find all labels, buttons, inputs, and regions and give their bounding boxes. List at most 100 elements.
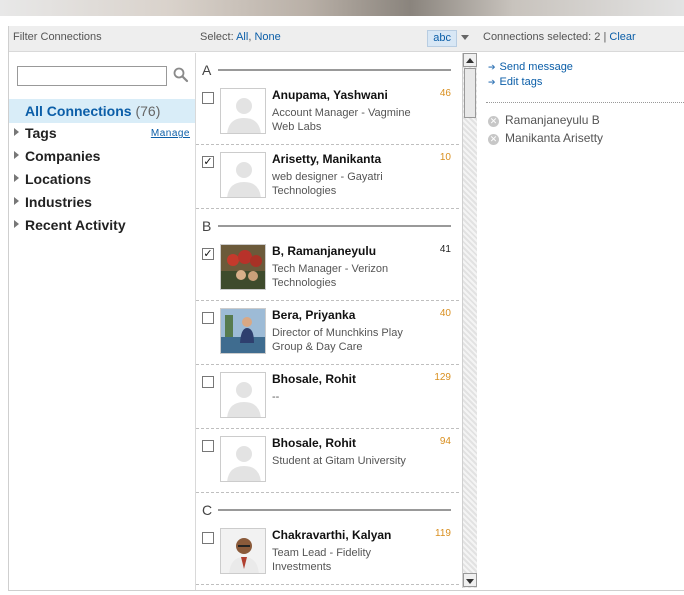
select-all-link[interactable]: All [236, 31, 248, 43]
remove-icon[interactable]: ✕ [488, 134, 499, 145]
all-connections-label: All Connections [25, 103, 132, 119]
connection-name[interactable]: Bera, Priyanka [272, 308, 355, 322]
group-letter: B [202, 218, 212, 234]
connection-count[interactable]: 41 [440, 244, 451, 255]
connection-headline: web designer - Gayatri Technologies [272, 171, 383, 197]
select-checkbox[interactable] [202, 92, 214, 104]
expand-arrow-icon [14, 197, 19, 205]
profile-photo-placeholder[interactable] [220, 436, 266, 482]
profile-photo[interactable] [220, 244, 266, 290]
connection-headline: Team Lead - Fidelity Investments [272, 547, 372, 573]
send-message-link[interactable]: Send message [500, 61, 573, 73]
scroll-down-button[interactable] [463, 573, 477, 587]
connection-name[interactable]: B, Ramanjaneyulu [272, 244, 376, 258]
edit-tags-link[interactable]: Edit tags [500, 76, 543, 88]
select-checkbox[interactable] [202, 532, 214, 544]
connection-count[interactable]: 40 [440, 308, 451, 319]
connection-count[interactable]: 94 [440, 436, 451, 447]
selected-count-label: Connections selected: 2 [483, 31, 601, 43]
select-checkbox[interactable] [202, 312, 214, 324]
profile-photo[interactable] [220, 308, 266, 354]
sort-button[interactable]: abc [427, 30, 457, 47]
filter-tags-label: Tags [25, 125, 57, 141]
connection-name[interactable]: Anupama, Yashwani [272, 88, 388, 102]
connection-headline: Student at Gitam University [272, 455, 406, 467]
send-message-action[interactable]: ➔ Send message [488, 61, 573, 73]
connection-headline: -- [272, 391, 280, 403]
expand-arrow-icon [14, 151, 19, 159]
connection-headline: Director of Munchkins Play Group & Day C… [272, 327, 403, 353]
expand-arrow-icon [14, 220, 19, 228]
edit-tags-action[interactable]: ➔ Edit tags [488, 76, 542, 88]
filter-locations[interactable]: Locations [14, 171, 194, 191]
connection-card: ✓ Arisetty, Manikanta web designer - Gay… [196, 145, 459, 209]
filter-title: Filter Connections [13, 31, 102, 43]
connection-name[interactable]: Arisetty, Manikanta [272, 152, 381, 166]
connection-card: Bera, Priyanka Director of Munchkins Pla… [196, 301, 459, 365]
scroll-up-button[interactable] [463, 53, 477, 67]
profile-photo-placeholder[interactable] [220, 372, 266, 418]
group-divider [218, 225, 451, 227]
remove-icon[interactable]: ✕ [488, 116, 499, 127]
selected-name: Manikanta Arisetty [505, 131, 604, 145]
sort-dropdown-icon[interactable] [461, 35, 469, 40]
connection-card: Anupama, Yashwani Account Manager - Vagm… [196, 81, 459, 145]
selection-header: Connections selected: 2 | Clear [477, 26, 684, 52]
select-checkbox[interactable]: ✓ [202, 156, 214, 168]
connection-count[interactable]: 129 [434, 372, 451, 383]
search-icon[interactable] [172, 66, 190, 84]
group-divider [218, 509, 451, 511]
group-divider [218, 69, 451, 71]
profile-photo-placeholder[interactable] [220, 88, 266, 134]
connection-count[interactable]: 10 [440, 152, 451, 163]
selected-name: Ramanjaneyulu B [505, 113, 600, 127]
expand-arrow-icon [14, 128, 19, 136]
filter-industries-label: Industries [25, 194, 92, 210]
filter-tags[interactable]: Tags Manage [14, 125, 194, 145]
connection-name[interactable]: Bhosale, Rohit [272, 436, 356, 450]
filter-sidebar: All Connections (76) Tags Manage Compani… [9, 53, 196, 590]
filter-companies[interactable]: Companies [14, 148, 194, 168]
connection-card: ✓ B, Ramanjaneyulu Tech Manager - Verizo… [196, 237, 459, 301]
select-checkbox[interactable]: ✓ [202, 248, 214, 260]
scroll-thumb[interactable] [464, 68, 476, 118]
connection-headline: Tech Manager - Verizon Technologies [272, 263, 389, 289]
top-banner-image [0, 0, 684, 16]
profile-photo-placeholder[interactable] [220, 152, 266, 198]
manage-tags-link[interactable]: Manage [151, 128, 190, 139]
list-scrollbar[interactable] [462, 53, 477, 588]
filter-all-connections[interactable]: All Connections (76) [9, 99, 195, 123]
clear-selection-link[interactable]: Clear [609, 31, 635, 43]
connection-headline: Account Manager - Vagmine Web Labs [272, 107, 411, 133]
select-checkbox[interactable] [202, 440, 214, 452]
filter-companies-label: Companies [25, 148, 101, 164]
list-header: Select: All, None abc [196, 26, 477, 52]
connection-card: Bhosale, Rohit Student at Gitam Universi… [196, 429, 459, 493]
arrow-right-icon: ➔ [488, 77, 496, 87]
divider [486, 102, 684, 103]
connection-name[interactable]: Chakravarthi, Kalyan [272, 528, 391, 542]
filter-locations-label: Locations [25, 171, 92, 187]
connection-count[interactable]: 119 [435, 528, 451, 539]
filter-recent-activity-label: Recent Activity [25, 217, 126, 233]
connection-card: Chakravarthi, Kalyan Team Lead - Fidelit… [196, 521, 459, 585]
connection-name[interactable]: Bhosale, Rohit [272, 372, 356, 386]
filter-header: Filter Connections [9, 26, 196, 52]
select-sep: , [248, 31, 252, 43]
group-letter: C [202, 502, 213, 518]
all-connections-count: (76) [135, 103, 161, 119]
select-checkbox[interactable] [202, 376, 214, 388]
select-none-link[interactable]: None [254, 31, 280, 43]
connection-card: Bhosale, Rohit -- 129 [196, 365, 459, 429]
search-input[interactable] [17, 66, 167, 86]
selection-panel: ➔ Send message ➔ Edit tags ✕ Ramanjaneyulu … [478, 53, 684, 590]
connections-list: A Anupama, Yashwani Account Manager - Va… [196, 53, 477, 590]
profile-photo[interactable] [220, 528, 266, 574]
select-label: Select: [200, 31, 234, 43]
filter-recent-activity[interactable]: Recent Activity [14, 217, 194, 237]
connection-count[interactable]: 46 [440, 88, 451, 99]
filter-industries[interactable]: Industries [14, 194, 194, 214]
group-letter: A [202, 62, 212, 78]
selected-connection: ✕ Ramanjaneyulu B [488, 113, 600, 127]
selected-connection: ✕ Manikanta Arisetty [488, 131, 603, 145]
